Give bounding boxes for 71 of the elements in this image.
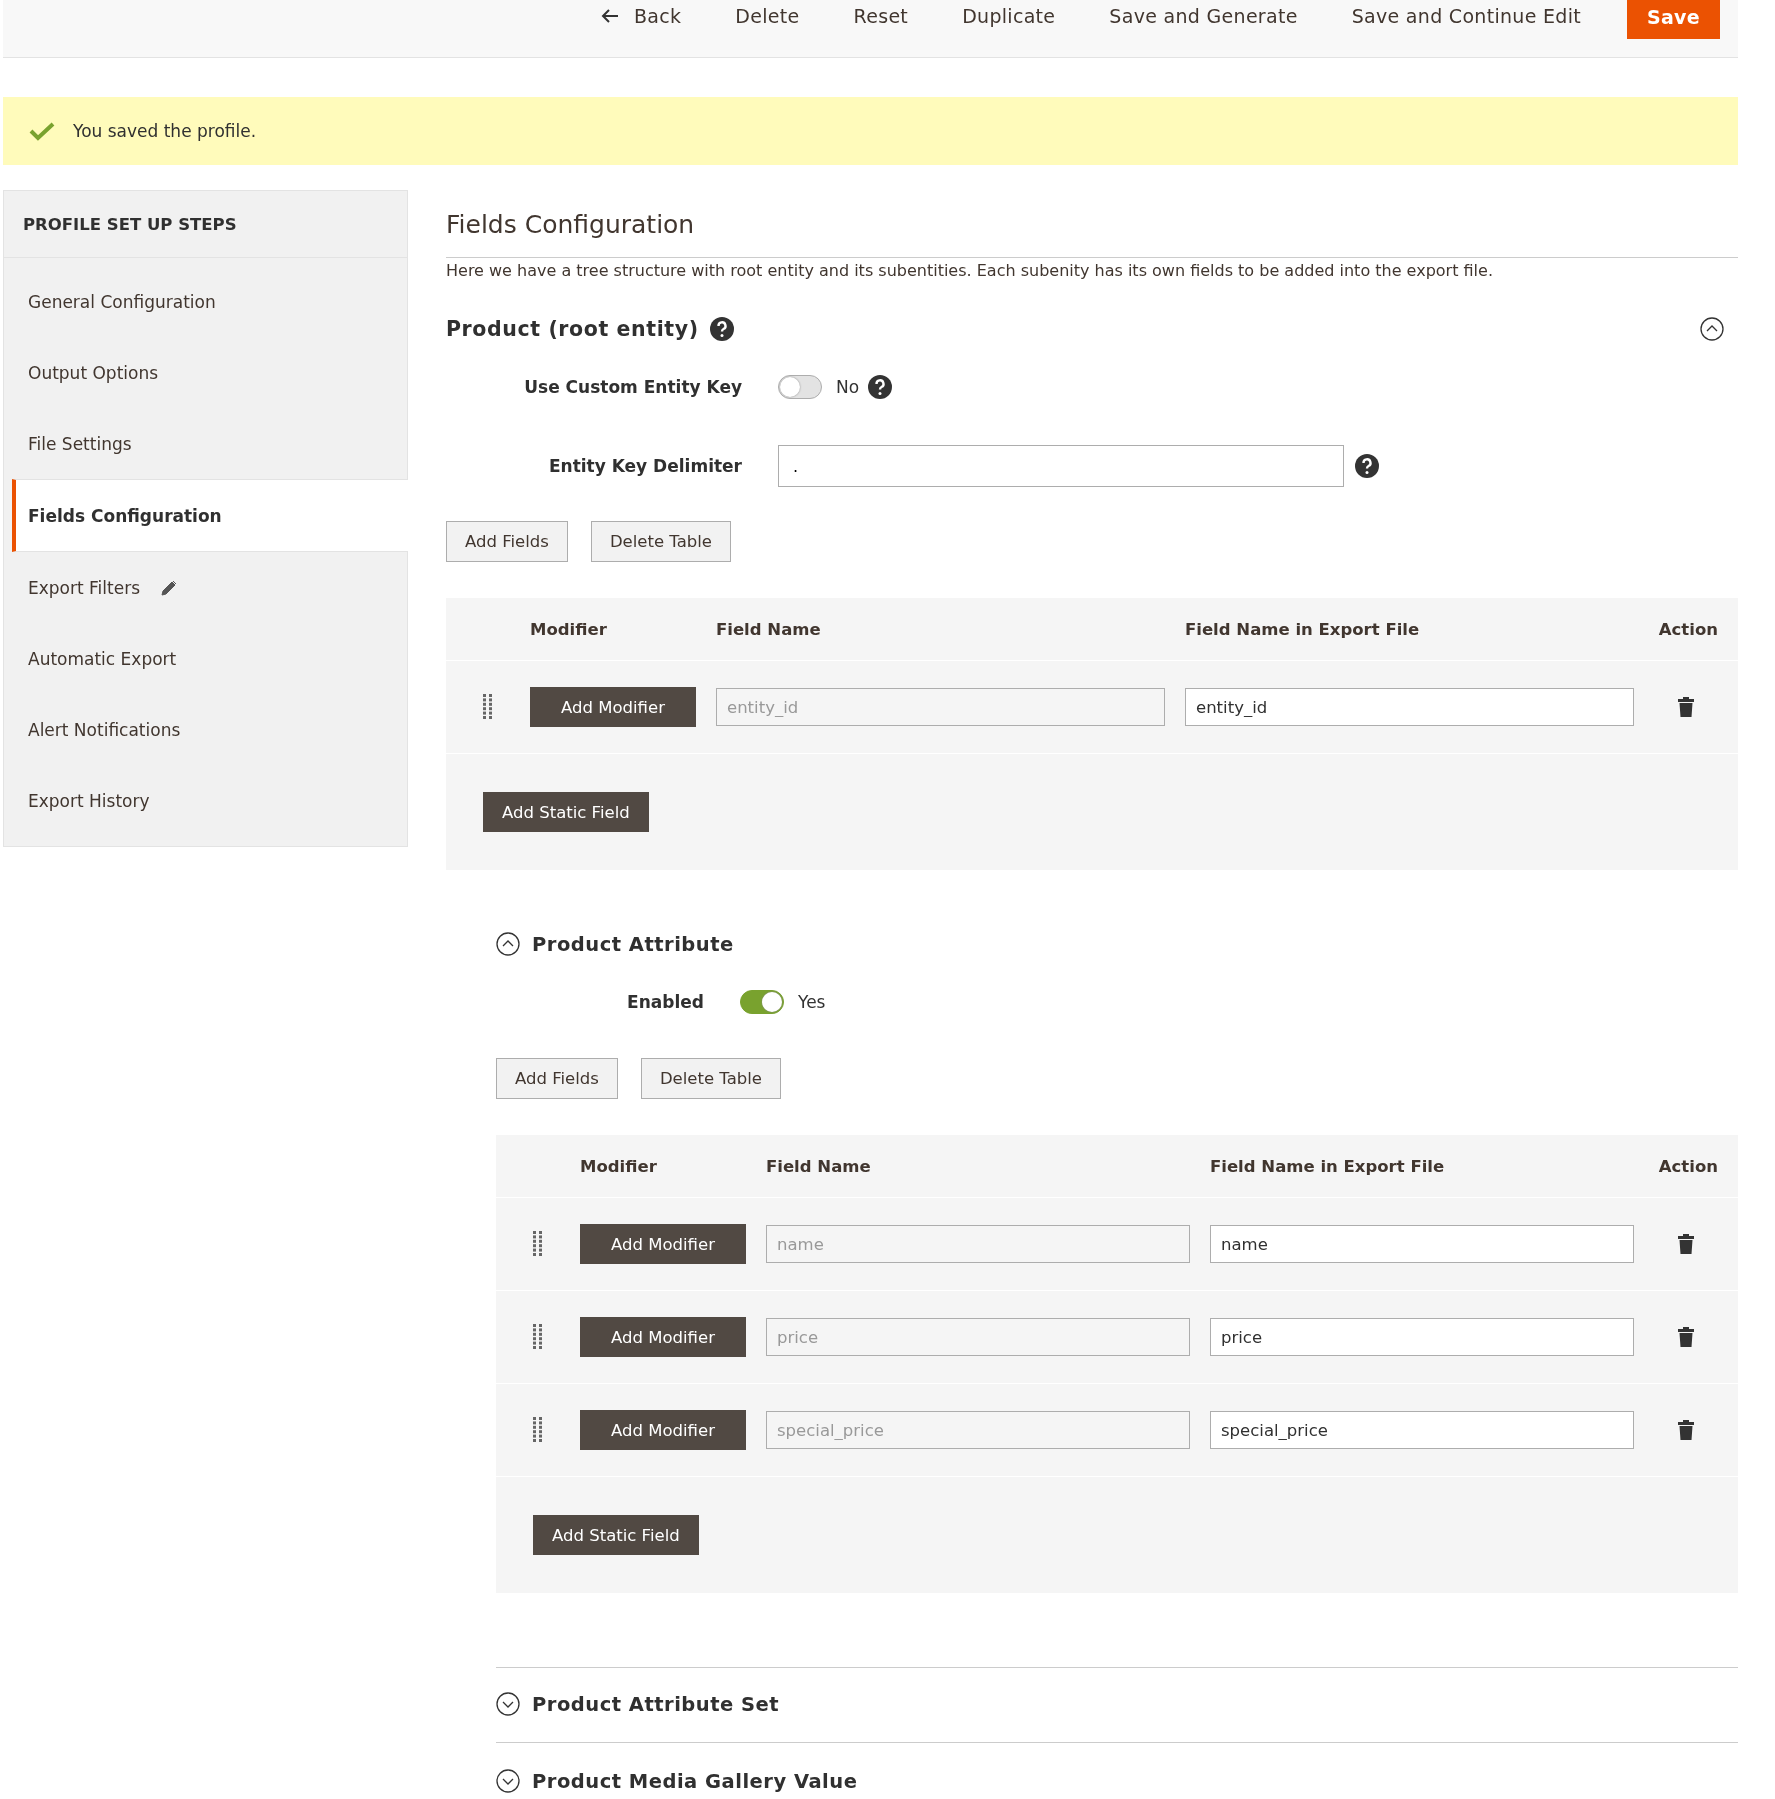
collapse-icon[interactable] bbox=[496, 932, 520, 956]
expand-icon[interactable] bbox=[496, 1692, 520, 1716]
export-name-input[interactable]: price bbox=[1210, 1318, 1634, 1356]
header-action-button[interactable]: Save and Continue Edit bbox=[1343, 0, 1589, 32]
column-header: Action bbox=[1657, 1156, 1718, 1176]
sidebar-item[interactable]: Automatic Export bbox=[12, 623, 407, 694]
sidebar-item[interactable]: Export Filters bbox=[12, 552, 407, 623]
message-text: You saved the profile. bbox=[73, 121, 257, 141]
export-name-input[interactable]: entity_id bbox=[1185, 688, 1634, 726]
add-modifier-button[interactable]: Add Modifier bbox=[580, 1224, 746, 1264]
toggle-switch[interactable] bbox=[740, 990, 784, 1014]
add-static-field-button[interactable]: Add Static Field bbox=[533, 1515, 699, 1555]
header-action-button[interactable]: Delete bbox=[727, 0, 808, 32]
toggle-state-text: No bbox=[836, 377, 860, 397]
expand-icon[interactable] bbox=[496, 1769, 520, 1793]
drag-handle-icon[interactable] bbox=[532, 1417, 544, 1443]
sidebar-item[interactable]: Export History bbox=[12, 765, 407, 836]
trash-icon[interactable] bbox=[1677, 696, 1695, 718]
entity-title: Product (root entity) bbox=[446, 317, 699, 341]
sidebar-item[interactable]: General Configuration bbox=[12, 266, 407, 337]
toggle-state-text: Yes bbox=[798, 992, 826, 1012]
table-action-button[interactable]: Delete Table bbox=[640, 1058, 781, 1099]
sidebar-item[interactable]: Fields Configuration bbox=[12, 479, 408, 552]
header-action-button[interactable]: Save and Generate bbox=[1101, 0, 1306, 32]
table-action-button[interactable]: Add Fields bbox=[496, 1058, 618, 1099]
sidebar-item[interactable]: Alert Notifications bbox=[12, 694, 407, 765]
export-name-input[interactable]: special_price bbox=[1210, 1411, 1634, 1449]
table-action-button[interactable]: Delete Table bbox=[590, 521, 731, 562]
add-modifier-button[interactable]: Add Modifier bbox=[580, 1317, 746, 1357]
header-action-button[interactable]: Duplicate bbox=[954, 0, 1064, 32]
column-header: Field Name in Export File bbox=[1210, 1156, 1446, 1176]
column-header: Modifier bbox=[530, 619, 608, 639]
checkmark-icon bbox=[29, 121, 55, 141]
field-label: Use Custom Entity Key bbox=[523, 377, 742, 397]
toggle-switch[interactable] bbox=[778, 375, 822, 399]
trash-icon[interactable] bbox=[1677, 1326, 1695, 1348]
save-button[interactable]: Save bbox=[1627, 0, 1720, 39]
column-header: Action bbox=[1657, 619, 1718, 639]
header-action-button[interactable]: Reset bbox=[845, 0, 917, 32]
sidebar-item[interactable]: File Settings bbox=[12, 408, 407, 479]
field-label: Enabled bbox=[626, 992, 704, 1012]
section-title: Fields Configuration bbox=[446, 190, 1738, 258]
delimiter-input[interactable]: . bbox=[778, 445, 1344, 487]
column-header: Field Name bbox=[716, 619, 822, 639]
trash-icon[interactable] bbox=[1677, 1233, 1695, 1255]
arrow-left-icon bbox=[600, 8, 620, 24]
back-button[interactable]: Back bbox=[592, 0, 690, 32]
help-icon[interactable] bbox=[867, 374, 894, 400]
drag-handle-icon[interactable] bbox=[532, 1324, 544, 1350]
pencil-icon bbox=[160, 578, 178, 597]
sidebar-item[interactable]: Output Options bbox=[12, 337, 407, 408]
drag-handle-icon[interactable] bbox=[482, 694, 494, 720]
help-icon[interactable] bbox=[708, 316, 735, 342]
entity-title: Product Attribute Set bbox=[532, 1692, 780, 1716]
drag-handle-icon[interactable] bbox=[532, 1231, 544, 1257]
add-modifier-button[interactable]: Add Modifier bbox=[530, 687, 696, 727]
table-action-button[interactable]: Add Fields bbox=[446, 521, 568, 562]
column-header: Modifier bbox=[580, 1156, 658, 1176]
export-name-input[interactable]: name bbox=[1210, 1225, 1634, 1263]
field-label: Entity Key Delimiter bbox=[547, 456, 742, 476]
column-header: Field Name in Export File bbox=[1185, 619, 1421, 639]
entity-title: Product Media Gallery Value bbox=[532, 1769, 858, 1793]
entity-title: Product Attribute bbox=[532, 932, 734, 956]
collapse-icon[interactable] bbox=[1700, 317, 1724, 341]
column-header: Field Name bbox=[766, 1156, 872, 1176]
add-static-field-button[interactable]: Add Static Field bbox=[483, 792, 649, 832]
add-modifier-button[interactable]: Add Modifier bbox=[580, 1410, 746, 1450]
trash-icon[interactable] bbox=[1677, 1419, 1695, 1441]
sidebar-title: PROFILE SET UP STEPS bbox=[4, 191, 407, 258]
description-text: Here we have a tree structure with root entity and its subentities. Each subenity has its own fields to be added into the export file. bbox=[446, 260, 1494, 280]
help-icon[interactable] bbox=[1354, 453, 1380, 479]
